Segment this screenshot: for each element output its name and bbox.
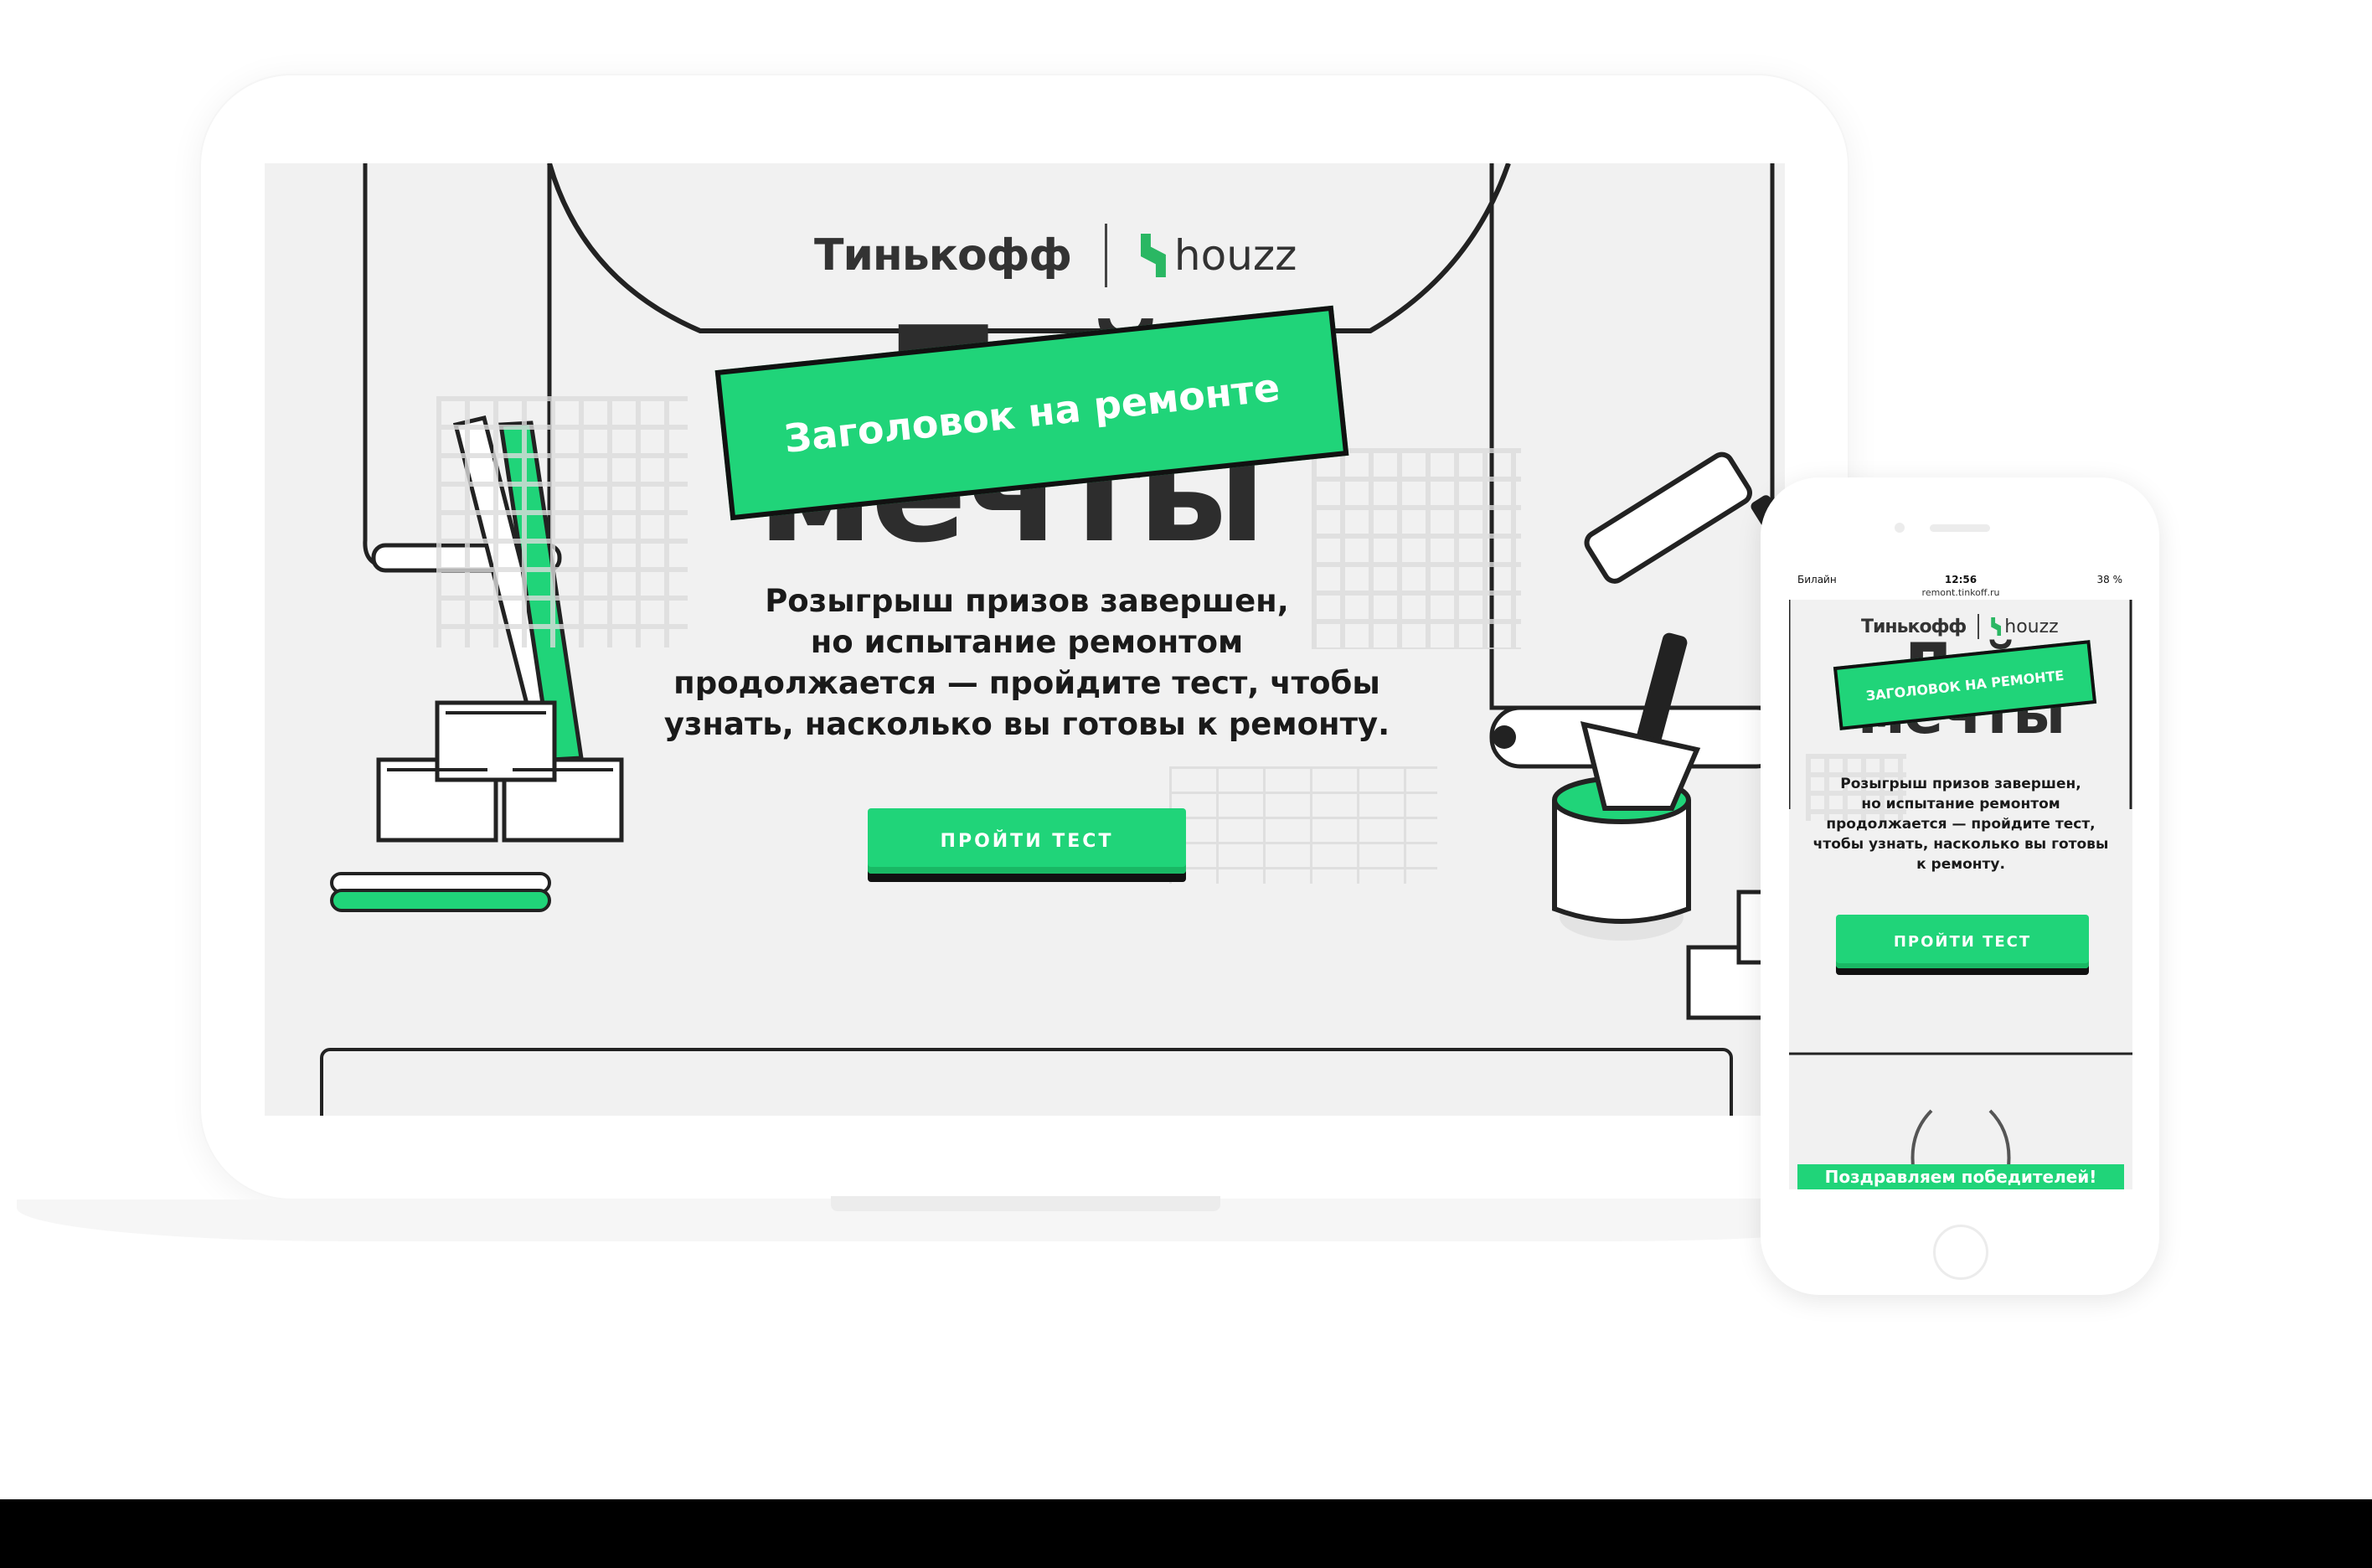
phone-camera: [1895, 523, 1905, 533]
desktop-intro-text: Розыгрыш призов завершен, но испытание р…: [616, 580, 1437, 745]
intro-line: чтобы узнать, насколько вы готовы: [1813, 836, 2109, 853]
intro-line: но испытание ремонтом: [1861, 796, 2060, 812]
houzz-logo-icon: [1140, 234, 1166, 277]
content-card-outline: [320, 1048, 1733, 1116]
laptop-notch: [831, 1196, 1220, 1211]
houzz-logo: houzz: [1173, 231, 1297, 280]
intro-line: Розыгрыш призов завершен,: [1840, 776, 2081, 792]
intro-line: продолжается — пройдите тест, чтобы: [673, 665, 1380, 701]
desktop-site-screen: Тинькофф houzz Д й мечты Заголовок на ре…: [265, 163, 1785, 1116]
intro-line: продолжается — пройдите тест,: [1826, 816, 2096, 833]
take-test-button[interactable]: ПРОЙТИ ТЕСТ: [868, 808, 1186, 874]
bottom-black-band: [0, 1499, 2372, 1568]
clock: 12:56: [1944, 574, 1978, 585]
pencils: [330, 872, 551, 912]
paint-bucket: [1552, 632, 1701, 941]
phone-home-button: [1933, 1225, 1988, 1280]
intro-line: узнать, насколько вы готовы к ремонту.: [663, 706, 1390, 742]
mobile-tape-label: ЗАГОЛОВОК НА РЕМОНТЕ: [1864, 667, 2065, 704]
desktop-logo-row: Тинькофф houzz: [814, 222, 1297, 289]
mobile-status-bar: Билайн 12:56 38 % remont.tinkoff.ru: [1789, 570, 2132, 600]
phone-frame: Билайн 12:56 38 % remont.tinkoff.ru Тинь…: [1761, 477, 2159, 1295]
winners-banner: Поздравляем победителей!: [1797, 1164, 2124, 1189]
mobile-take-test-button[interactable]: ПРОЙТИ ТЕСТ: [1836, 915, 2089, 968]
tinkoff-logo: Тинькофф: [814, 230, 1072, 281]
logo-divider: [1104, 224, 1107, 287]
mobile-site-screen: Билайн 12:56 38 % remont.tinkoff.ru Тинь…: [1789, 570, 2132, 1189]
intro-line: Розыгрыш призов завершен,: [765, 583, 1289, 619]
intro-line: к ремонту.: [1916, 856, 2005, 873]
right-wallpaper-roll: [1489, 163, 1775, 710]
brick-wall: [1169, 766, 1437, 884]
mobile-intro-text: Розыгрыш призов завершен, но испытание р…: [1806, 774, 2116, 874]
phone-speaker: [1930, 524, 1990, 532]
battery-level: 38 %: [2096, 574, 2123, 585]
intro-line: но испытание ремонтом: [810, 624, 1244, 660]
address-bar[interactable]: remont.tinkoff.ru: [1789, 587, 2132, 598]
desktop-tape-label: Заголовок на ремонте: [781, 364, 1282, 462]
